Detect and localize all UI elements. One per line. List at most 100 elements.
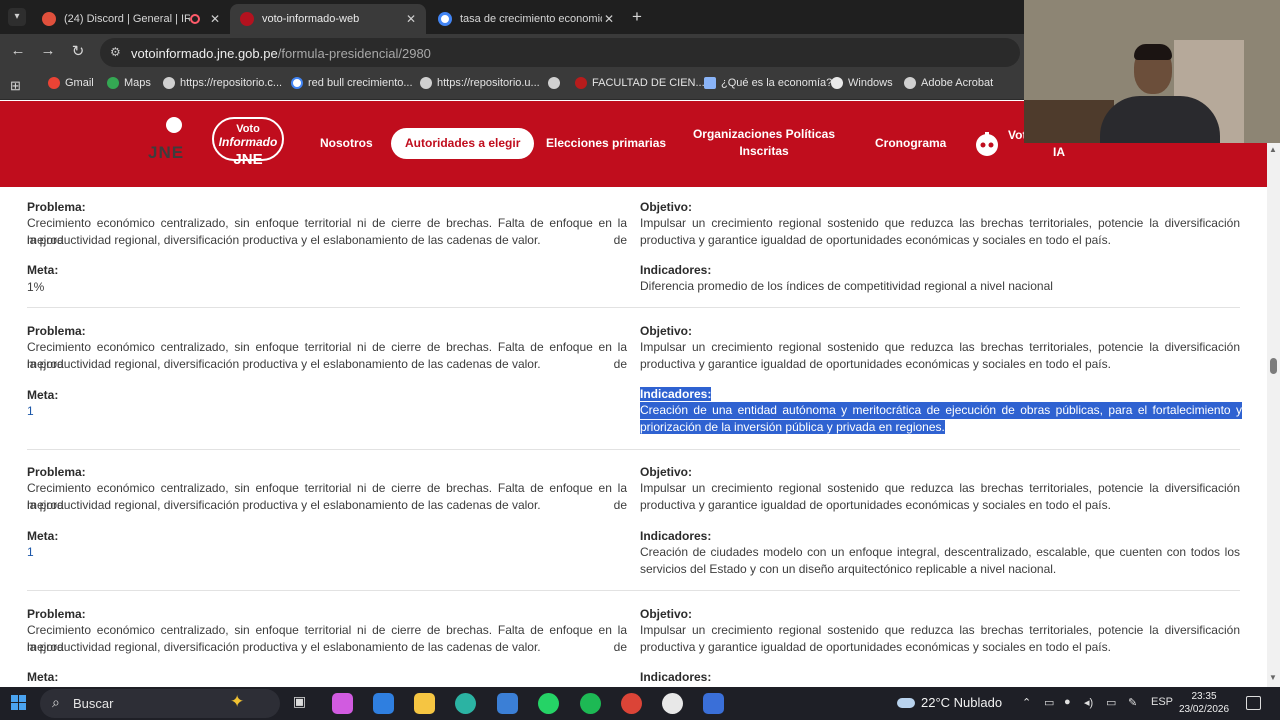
objetivo-label: Objetivo: [640, 324, 693, 338]
battery-icon[interactable]: ▭ [1106, 696, 1116, 709]
indicadores-label: Indicadores: [640, 670, 712, 684]
taskbar-search[interactable]: ⌕ Buscar ✦ [40, 689, 280, 718]
objetivo-label: Objetivo: [640, 607, 693, 621]
close-icon[interactable]: ✕ [404, 12, 418, 26]
weather-widget[interactable]: 22°C Nublado [897, 695, 1002, 710]
windows-taskbar: ⌕ Buscar ✦ ▣ 22°C Nublado ⌃ ▭ ● ◂) ▭ ✎ E… [0, 687, 1280, 720]
obs-icon[interactable] [662, 693, 683, 714]
nav-organizaciones-politicas[interactable]: Organizaciones Políticas Inscritas [690, 126, 838, 160]
google-icon [291, 77, 303, 89]
forward-button[interactable]: → [38, 42, 58, 59]
copilot-icon[interactable] [332, 693, 353, 714]
university-icon [575, 77, 587, 89]
apps-grid-icon[interactable]: ⊞ [10, 78, 21, 94]
tray-chevron-icon[interactable]: ⌃ [1022, 696, 1031, 709]
cloud-icon [897, 697, 915, 708]
bookmark-facultad[interactable]: FACULTAD DE CIEN... [575, 77, 705, 89]
problema-label: Problema: [27, 324, 86, 338]
problema-label: Problema: [27, 465, 86, 479]
bookmark-repositorio-u[interactable]: https://repositorio.u... [420, 77, 540, 89]
indicadores-text-2: servicios del Estado y con un diseño arq… [640, 562, 1057, 576]
search-placeholder: Buscar [73, 696, 114, 711]
scroll-up-icon[interactable]: ▲ [1269, 145, 1277, 154]
tab-search-chevron-icon[interactable]: ▾ [8, 8, 26, 26]
close-icon[interactable]: ✕ [208, 12, 222, 26]
reload-button[interactable]: ↻ [68, 42, 88, 60]
file-explorer-icon[interactable] [414, 693, 435, 714]
edge-dev-icon[interactable] [373, 693, 394, 714]
search-icon: ⌕ [52, 694, 60, 710]
problema-label: Problema: [27, 607, 86, 621]
calculator-icon[interactable] [703, 693, 724, 714]
tab-title: (24) Discord | General | IRON [64, 13, 190, 25]
clock[interactable]: 23:35 23/02/2026 [1176, 690, 1232, 716]
tab-title: voto-informado-web [262, 13, 360, 25]
entry-divider [27, 449, 1240, 450]
page-scrollbar[interactable]: ▲ ▼ [1267, 143, 1280, 687]
bookmark-repositorio-c[interactable]: https://repositorio.c... [163, 77, 282, 89]
tab-google-search[interactable]: tasa de crecimiento economico ✕ [428, 4, 624, 34]
back-button[interactable]: ← [8, 42, 28, 59]
objetivo-text: Impulsar un crecimiento regional sosteni… [640, 623, 1240, 637]
pen-icon[interactable]: ✎ [1128, 696, 1137, 709]
meta-value: 1 [27, 404, 34, 418]
bookmark-adobe-acrobat[interactable]: Adobe Acrobat [904, 77, 993, 89]
indicadores-text-selected: Creación de una entidad autónoma y merit… [640, 402, 1242, 419]
globe-icon [548, 77, 560, 89]
close-icon[interactable]: ✕ [602, 12, 616, 26]
address-bar[interactable]: ⚙ votoinformado.jne.gob.pe/formula-presi… [100, 38, 1020, 67]
edge-icon[interactable] [455, 693, 476, 714]
bookmark-maps[interactable]: Maps [107, 77, 151, 89]
problema-label: Problema: [27, 200, 86, 214]
copilot-sparkle-icon[interactable]: ✦ [230, 692, 244, 712]
bookmark-gmail[interactable]: Gmail [48, 77, 94, 89]
nav-autoridades-a-elegir[interactable]: Autoridades a elegir [391, 128, 535, 159]
windows-icon [831, 77, 843, 89]
problema-text-2: la productividad regional, diversificaci… [27, 357, 541, 371]
tray-app-icon[interactable]: ▭ [1044, 696, 1054, 709]
bookmark-windows[interactable]: Windows [831, 77, 893, 89]
language-indicator[interactable]: ESP [1151, 696, 1173, 708]
objetivo-text-2: productiva y garantice igualdad de oport… [640, 498, 1111, 512]
recording-icon [190, 14, 200, 24]
jne-icon [240, 12, 254, 26]
scrollbar-thumb[interactable] [1270, 358, 1277, 374]
site-info-icon[interactable]: ⚙ [110, 45, 121, 59]
chrome-icon[interactable] [621, 693, 642, 714]
gmail-icon [48, 77, 60, 89]
bookmark-red-bull[interactable]: red bull crecimiento... [291, 77, 413, 89]
tab-voto-informado[interactable]: voto-informado-web ✕ [230, 4, 426, 34]
robot-icon[interactable] [973, 130, 1001, 158]
new-tab-button[interactable]: + [632, 7, 642, 27]
nav-cronograma[interactable]: Cronograma [875, 135, 946, 152]
spotify-icon[interactable] [580, 693, 601, 714]
plan-content: Problema: Crecimiento económico centrali… [0, 187, 1267, 687]
tab-discord[interactable]: (24) Discord | General | IRON ✕ [32, 4, 230, 34]
nav-voto-ia-label-2[interactable]: IA [1053, 144, 1065, 161]
scroll-down-icon[interactable]: ▼ [1269, 673, 1277, 682]
globe-icon [420, 77, 432, 89]
indicadores-label-selected: Indicadores: [640, 387, 712, 401]
microphone-icon[interactable]: ● [1064, 696, 1071, 708]
volume-icon[interactable]: ◂) [1084, 696, 1093, 709]
bookmark-globe[interactable] [548, 77, 565, 89]
bookmark-que-es-economia[interactable]: ¿Qué es la economía? [704, 77, 832, 89]
nav-nosotros[interactable]: Nosotros [320, 135, 373, 152]
url-text: votoinformado.jne.gob.pe/formula-preside… [131, 46, 431, 61]
voto-informado-logo[interactable]: Voto Informado JNE [212, 117, 284, 173]
notifications-icon[interactable] [1246, 696, 1261, 710]
task-view-icon[interactable]: ▣ [289, 693, 310, 714]
problema-text-2: la productividad regional, diversificaci… [27, 233, 541, 247]
objetivo-text-2: productiva y garantice igualdad de oport… [640, 640, 1111, 654]
indicadores-text: Diferencia promedio de los índices de co… [640, 279, 1053, 293]
objetivo-text: Impulsar un crecimiento regional sosteni… [640, 481, 1240, 495]
jne-logo[interactable]: JNE [146, 117, 202, 173]
windows-start-icon[interactable] [11, 695, 27, 711]
entry-divider [27, 307, 1240, 308]
mail-icon[interactable] [497, 693, 518, 714]
objetivo-text: Impulsar un crecimiento regional sosteni… [640, 216, 1240, 230]
whatsapp-icon[interactable] [538, 693, 559, 714]
nav-elecciones-primarias[interactable]: Elecciones primarias [546, 135, 666, 152]
meta-label: Meta: [27, 529, 59, 543]
objetivo-text-2: productiva y garantice igualdad de oport… [640, 233, 1111, 247]
